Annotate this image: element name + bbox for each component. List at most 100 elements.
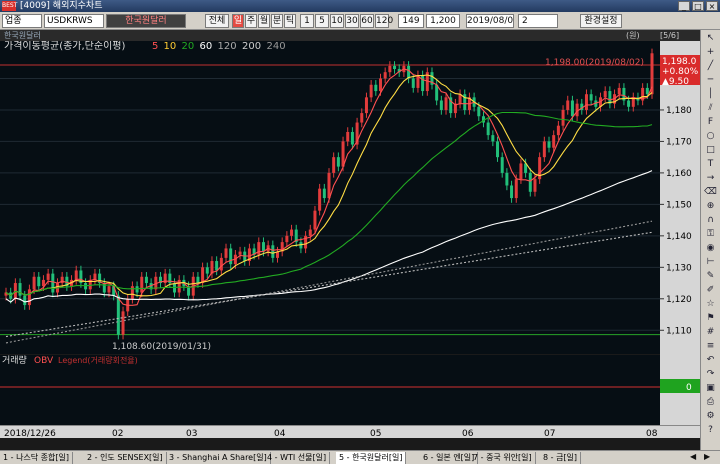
tab-scroll-left-icon[interactable]: ◀ bbox=[690, 452, 696, 461]
window-title: [4009] 해외지수차트 bbox=[20, 1, 103, 11]
obv-value-box bbox=[660, 379, 700, 393]
minimize-icon[interactable]: _ bbox=[678, 1, 690, 11]
y-tick-label: 1,180 bbox=[666, 106, 692, 116]
app-logo: BEST bbox=[2, 1, 18, 11]
interval-button-60[interactable]: 60 bbox=[360, 14, 374, 28]
x-tick-label: 08 bbox=[646, 429, 658, 438]
candle bbox=[388, 61, 392, 77]
candle bbox=[210, 256, 214, 279]
flag-icon[interactable]: ⚑ bbox=[704, 312, 717, 324]
toolbar: 업종 USDKRWS 한국원달러 전체 149 1,200 2019/08/0 … bbox=[0, 12, 720, 30]
star-icon[interactable]: ☆ bbox=[704, 298, 717, 310]
undo-icon[interactable]: ↶ bbox=[704, 354, 717, 366]
candle bbox=[51, 268, 55, 298]
fibonacci-icon[interactable]: F bbox=[704, 116, 717, 128]
candle bbox=[144, 272, 148, 288]
eye-icon[interactable]: ◉ bbox=[704, 242, 717, 254]
pen-icon[interactable]: ✎ bbox=[704, 270, 717, 282]
repeat-select[interactable]: 2 bbox=[518, 14, 558, 28]
interval-button-120[interactable]: 120 bbox=[375, 14, 393, 28]
candle bbox=[27, 284, 31, 310]
maximize-icon[interactable]: □ bbox=[692, 1, 704, 11]
date-input[interactable]: 2019/08/0 bbox=[466, 14, 514, 28]
candle bbox=[205, 262, 209, 279]
candle bbox=[617, 83, 621, 99]
circle-icon[interactable]: ○ bbox=[704, 130, 717, 142]
layer-icon[interactable]: ≡ bbox=[704, 340, 717, 352]
count-input[interactable]: 149 bbox=[398, 14, 424, 28]
redo-icon[interactable]: ↷ bbox=[704, 368, 717, 380]
brush-icon[interactable]: ✐ bbox=[704, 284, 717, 296]
chart-tab[interactable]: 1 - 나스닥 종합[일] bbox=[0, 452, 74, 464]
x-tick-label: 02 bbox=[112, 429, 123, 438]
period-button-2[interactable]: 월 bbox=[258, 14, 270, 28]
help-icon[interactable]: ? bbox=[704, 424, 717, 436]
chart-tab[interactable]: 2 - 인도 SENSEX[일] bbox=[84, 452, 167, 464]
hline-icon[interactable]: ─ bbox=[704, 74, 717, 86]
candle bbox=[121, 306, 125, 340]
candle bbox=[247, 243, 251, 266]
y-tick-label: 1,150 bbox=[666, 200, 692, 210]
obv-chart[interactable]: 거래량 OBV Legend(거래량회전율) bbox=[0, 355, 700, 425]
text-icon[interactable]: T bbox=[704, 158, 717, 170]
period-button-1[interactable]: 주 bbox=[245, 14, 257, 28]
chart-tab[interactable]: 8 - 금[일] bbox=[540, 452, 582, 464]
candle bbox=[608, 86, 612, 109]
date-axis: 2018/12/26 02 03 04 05 06 07 08 bbox=[0, 425, 700, 438]
settings-button[interactable]: 환경설정 bbox=[580, 14, 622, 28]
ruler-icon[interactable]: ⊢ bbox=[704, 256, 717, 268]
candle bbox=[374, 80, 378, 96]
period-button-3[interactable]: 분 bbox=[271, 14, 283, 28]
save-icon[interactable]: ▣ bbox=[704, 382, 717, 394]
symbol-name: 한국원달러 bbox=[106, 14, 186, 28]
chart-tab[interactable]: 7 - 중국 위안[일] bbox=[470, 452, 536, 464]
trendline-icon[interactable]: ╱ bbox=[704, 60, 717, 72]
view-all-button[interactable]: 전체 bbox=[205, 14, 229, 28]
crosshair-icon[interactable]: + bbox=[704, 46, 717, 58]
chart-tab[interactable]: 4 - WTI 선물[일] bbox=[264, 452, 331, 464]
period-button-0[interactable]: 일 bbox=[232, 14, 244, 28]
close-icon[interactable]: × bbox=[706, 1, 718, 11]
interval-button-30[interactable]: 30 bbox=[345, 14, 359, 28]
price-chart[interactable]: 가격이동평균(종가,단순이평) 5 10 20 60 120 200 240 1,198.00(… bbox=[0, 41, 700, 354]
candle bbox=[74, 265, 78, 285]
candle bbox=[556, 120, 560, 140]
interval-button-10[interactable]: 10 bbox=[330, 14, 344, 28]
zoom-icon[interactable]: ⊕ bbox=[704, 200, 717, 212]
gear-icon[interactable]: ⚙ bbox=[704, 410, 717, 422]
candle bbox=[486, 117, 490, 140]
eraser-icon[interactable]: ⌫ bbox=[704, 186, 717, 198]
grid-icon[interactable]: # bbox=[704, 326, 717, 338]
x-tick-label: 03 bbox=[186, 429, 197, 438]
mode-select[interactable]: 업종 bbox=[2, 14, 42, 28]
interval-button-5[interactable]: 5 bbox=[315, 14, 329, 28]
lock-icon[interactable]: ⚿ bbox=[704, 228, 717, 240]
price-axis: 1,1901,1801,1701,1601,1501,1401,1301,120… bbox=[660, 41, 700, 425]
rect-icon[interactable]: □ bbox=[704, 144, 717, 156]
chart-tab[interactable]: 5 - 한국원달러[일] bbox=[336, 452, 407, 464]
chart-tab[interactable]: 3 - Shanghai A Share[일] bbox=[166, 452, 271, 464]
channel-icon[interactable]: ⫽ bbox=[704, 102, 717, 114]
candle bbox=[158, 272, 162, 288]
interval-button-1[interactable]: 1 bbox=[300, 14, 314, 28]
print-icon[interactable]: ⎙ bbox=[704, 396, 717, 408]
high-price-label: 1,198.00(2019/08/02) bbox=[545, 58, 644, 68]
tab-scroll-right-icon[interactable]: ▶ bbox=[704, 452, 710, 461]
candle bbox=[603, 86, 607, 103]
candle bbox=[88, 275, 92, 295]
period-button-4[interactable]: 틱 bbox=[284, 14, 296, 28]
arrow-icon[interactable]: → bbox=[704, 172, 717, 184]
cursor-icon[interactable]: ↖ bbox=[704, 32, 717, 44]
candle bbox=[93, 268, 97, 285]
candle bbox=[290, 224, 294, 241]
candle bbox=[510, 180, 514, 203]
symbol-input[interactable]: USDKRWS bbox=[44, 14, 104, 28]
ma-legend-5: 5 bbox=[152, 41, 158, 52]
candle bbox=[631, 92, 635, 112]
low-price-label: 1,108.60(2019/01/31) bbox=[112, 342, 211, 352]
amount-input[interactable]: 1,200 bbox=[426, 14, 460, 28]
candle bbox=[130, 281, 134, 304]
vline-icon[interactable]: │ bbox=[704, 88, 717, 100]
candle bbox=[65, 272, 69, 291]
magnet-icon[interactable]: ∩ bbox=[704, 214, 717, 226]
